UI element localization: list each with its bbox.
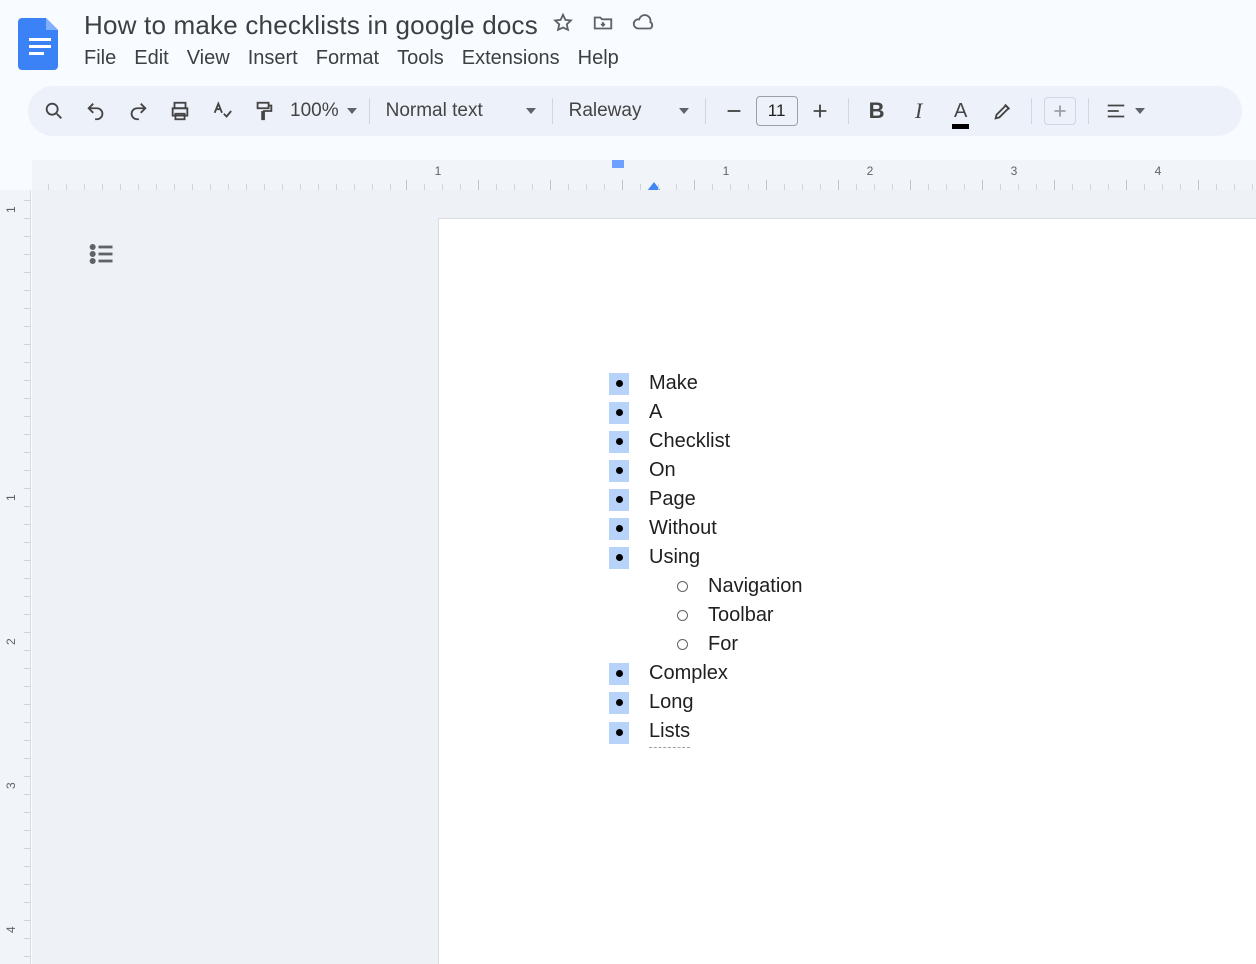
horizontal-ruler[interactable]: 1 1 2 3 4	[32, 160, 1256, 191]
list-item[interactable]: Without	[609, 514, 803, 543]
hruler-num: 1	[723, 164, 730, 178]
italic-button[interactable]: I	[899, 91, 939, 131]
zoom-value: 100%	[290, 100, 339, 122]
font-size-input[interactable]: 11	[756, 96, 798, 126]
insert-comment-button[interactable]	[1040, 91, 1080, 131]
menu-file[interactable]: File	[84, 47, 116, 70]
document-title[interactable]: How to make checklists in google docs	[84, 10, 538, 41]
font-dropdown[interactable]: Raleway	[561, 100, 697, 122]
text-color-button[interactable]: A	[941, 91, 981, 131]
list-item[interactable]: Lists	[609, 717, 803, 748]
list-item[interactable]: Checklist	[609, 427, 803, 456]
document-page[interactable]: Make A Checklist On Page Without Using N…	[438, 218, 1256, 964]
list-item[interactable]: Using	[609, 543, 803, 572]
move-icon[interactable]	[592, 12, 614, 39]
chevron-down-icon	[526, 108, 536, 114]
paint-format-button[interactable]	[244, 91, 284, 131]
print-button[interactable]	[160, 91, 200, 131]
title-bar: How to make checklists in google docs Fi…	[0, 0, 1256, 82]
hruler-num: 1	[435, 164, 442, 178]
chevron-down-icon	[347, 108, 357, 114]
toolbar: 100% Normal text Raleway 11 B I A	[28, 86, 1242, 136]
list-item[interactable]: Complex	[609, 659, 803, 688]
sub-list: Navigation Toolbar For	[677, 572, 803, 659]
app-icon	[18, 14, 62, 70]
bold-button[interactable]: B	[857, 91, 897, 131]
vertical-ruler[interactable]: 1 1 2 3 4	[0, 190, 31, 964]
list-item[interactable]: A	[609, 398, 803, 427]
font-size-decrease-button[interactable]	[714, 91, 754, 131]
vruler-num: 1	[4, 206, 18, 213]
hruler-num: 2	[867, 164, 874, 178]
spellcheck-button[interactable]	[202, 91, 242, 131]
document-content[interactable]: Make A Checklist On Page Without Using N…	[609, 369, 803, 748]
list-item[interactable]: Make	[609, 369, 803, 398]
bullet-list: Make A Checklist On Page Without Using	[609, 369, 803, 572]
chevron-down-icon	[679, 108, 689, 114]
chevron-down-icon	[1135, 108, 1145, 114]
menu-view[interactable]: View	[187, 47, 230, 70]
menu-bar: File Edit View Insert Format Tools Exten…	[84, 45, 654, 78]
menu-tools[interactable]: Tools	[397, 47, 444, 70]
first-line-indent-marker[interactable]	[612, 160, 624, 168]
paragraph-style-dropdown[interactable]: Normal text	[378, 100, 544, 122]
list-item[interactable]: Long	[609, 688, 803, 717]
outline-toggle-button[interactable]	[88, 240, 116, 273]
redo-button[interactable]	[118, 91, 158, 131]
menu-format[interactable]: Format	[316, 47, 379, 70]
zoom-dropdown[interactable]: 100%	[286, 100, 361, 122]
paragraph-style-label: Normal text	[386, 100, 483, 122]
vruler-num: 4	[4, 926, 18, 933]
list-item[interactable]: For	[677, 630, 803, 659]
list-item[interactable]: Navigation	[677, 572, 803, 601]
vruler-num: 2	[4, 638, 18, 645]
undo-button[interactable]	[76, 91, 116, 131]
list-item[interactable]: Toolbar	[677, 601, 803, 630]
menu-edit[interactable]: Edit	[134, 47, 168, 70]
font-label: Raleway	[569, 100, 642, 122]
workspace: 1 1 2 3 4 1 1 2 3 4 Make A Checklist On	[0, 160, 1256, 964]
font-size-increase-button[interactable]	[800, 91, 840, 131]
hruler-num: 3	[1011, 164, 1018, 178]
vruler-num: 3	[4, 782, 18, 789]
menu-extensions[interactable]: Extensions	[462, 47, 560, 70]
search-button[interactable]	[34, 91, 74, 131]
cloud-saved-icon[interactable]	[632, 12, 654, 39]
star-icon[interactable]	[552, 12, 574, 39]
list-item[interactable]: Page	[609, 485, 803, 514]
vruler-num: 1	[4, 494, 18, 501]
highlight-button[interactable]	[983, 91, 1023, 131]
bullet-list: Complex Long Lists	[609, 659, 803, 748]
hruler-num: 4	[1155, 164, 1162, 178]
canvas[interactable]: Make A Checklist On Page Without Using N…	[32, 190, 1256, 964]
menu-help[interactable]: Help	[578, 47, 619, 70]
menu-insert[interactable]: Insert	[248, 47, 298, 70]
align-dropdown[interactable]	[1097, 100, 1153, 122]
list-item[interactable]: On	[609, 456, 803, 485]
